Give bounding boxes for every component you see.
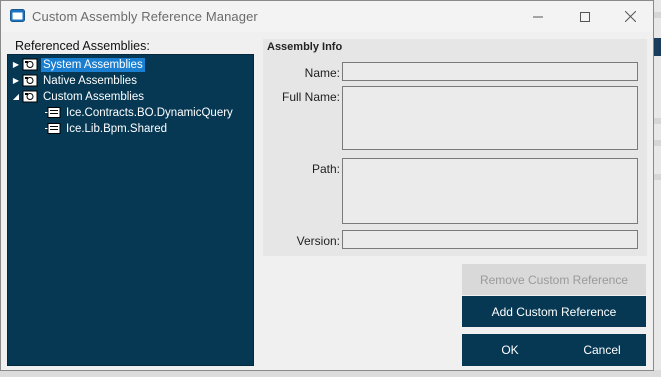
minimize-icon	[533, 16, 543, 17]
expand-arrow-icon[interactable]: ▶	[11, 76, 21, 86]
close-button[interactable]	[607, 1, 653, 32]
tree-node-system-assemblies[interactable]: ▶ System Assemblies	[11, 57, 145, 72]
remove-custom-reference-button[interactable]: Remove Custom Reference	[462, 264, 646, 295]
name-label: Name:	[304, 66, 340, 80]
assembly-group-icon	[22, 74, 38, 87]
tree-node-label: Ice.Contracts.BO.DynamicQuery	[66, 106, 233, 119]
collapse-arrow-icon[interactable]: ◢	[11, 92, 21, 102]
assembly-group-icon	[22, 58, 38, 71]
add-custom-reference-button[interactable]: Add Custom Reference	[462, 296, 646, 327]
tree-node-native-assemblies[interactable]: ▶ Native Assemblies	[11, 73, 139, 88]
full-name-label: Full Name:	[281, 90, 340, 104]
name-field[interactable]	[342, 62, 638, 81]
path-label: Path:	[311, 162, 340, 176]
assembly-reference-icon	[45, 123, 61, 134]
assembly-tree[interactable]: ▶ System Assemblies ▶ Native Assemblies …	[7, 54, 254, 366]
background-app-bottom	[0, 370, 661, 377]
referenced-assemblies-label: Referenced Assemblies:	[15, 39, 150, 53]
path-field[interactable]	[342, 158, 638, 224]
cancel-button[interactable]: Cancel	[558, 334, 646, 366]
tree-node-custom-assemblies[interactable]: ◢ Custom Assemblies	[11, 89, 146, 104]
maximize-icon	[580, 11, 590, 22]
tree-node-label: System Assemblies	[41, 57, 145, 72]
tree-node-ice-lib-bpm-shared[interactable]: Ice.Lib.Bpm.Shared	[44, 121, 169, 136]
assembly-manager-dialog: Custom Assembly Reference Manager Refere…	[0, 0, 654, 371]
app-window-icon	[10, 9, 25, 22]
assembly-group-icon	[22, 90, 38, 103]
full-name-field[interactable]	[342, 86, 638, 150]
assembly-info-panel: Assembly Info Name: Full Name: Path: Ver…	[263, 39, 647, 256]
tree-node-label: Ice.Lib.Bpm.Shared	[66, 122, 168, 135]
tree-node-label: Custom Assemblies	[43, 90, 144, 103]
minimize-button[interactable]	[515, 1, 561, 32]
version-field[interactable]	[342, 230, 638, 249]
tree-node-ice-contracts-bo-dynamicquery[interactable]: Ice.Contracts.BO.DynamicQuery	[44, 105, 235, 120]
ok-button[interactable]: OK	[462, 334, 558, 366]
window-title: Custom Assembly Reference Manager	[32, 9, 258, 24]
assembly-info-title: Assembly Info	[267, 41, 343, 53]
expand-arrow-icon[interactable]: ▶	[11, 60, 21, 70]
version-label: Version:	[296, 234, 340, 248]
assembly-reference-icon	[45, 107, 61, 118]
close-icon	[624, 11, 636, 22]
tree-node-label: Native Assemblies	[43, 74, 137, 87]
title-bar: Custom Assembly Reference Manager	[1, 1, 653, 32]
maximize-button[interactable]	[562, 1, 608, 32]
